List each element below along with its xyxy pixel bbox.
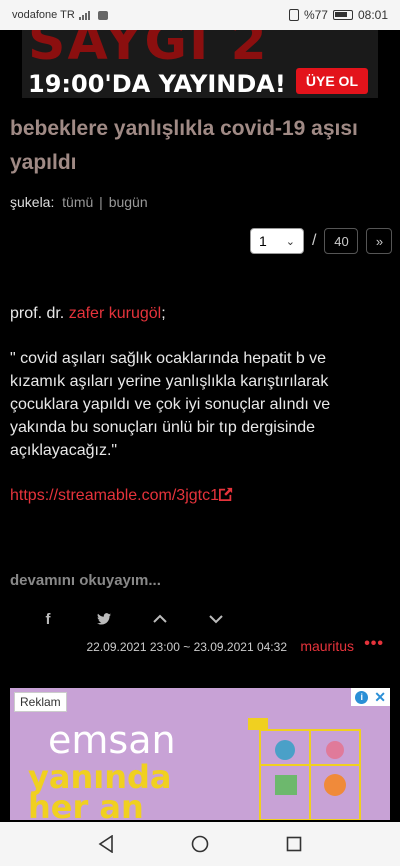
read-more-link[interactable]: devamını okuyayım... bbox=[10, 572, 161, 589]
author-reference-link[interactable]: zafer kurugöl bbox=[69, 305, 162, 322]
facebook-share-icon[interactable]: f bbox=[40, 606, 56, 632]
entry-content: prof. dr. zafer kurugöl; " covid aşıları… bbox=[10, 302, 382, 529]
ad-close-icon[interactable]: ✕ bbox=[374, 689, 386, 706]
entry-prefix: prof. dr. bbox=[10, 305, 69, 322]
entry-link-paragraph: https://streamable.com/3jgtc1 bbox=[10, 484, 382, 507]
entry-actions: f bbox=[40, 606, 224, 632]
page-select-value: 1 bbox=[259, 233, 267, 249]
sort-filter: şukela: tümü | bugün bbox=[10, 194, 148, 210]
pagination: 1 ⌄ / 40 » bbox=[250, 228, 393, 254]
ad-kitchenware-illustration bbox=[248, 718, 361, 820]
chevron-down-icon: ⌄ bbox=[285, 235, 295, 248]
ad-tag: Reklam bbox=[14, 692, 67, 712]
vibrate-icon bbox=[288, 9, 299, 21]
entry-author[interactable]: mauritus bbox=[300, 638, 354, 654]
recents-icon[interactable] bbox=[286, 836, 302, 852]
top-ad-banner[interactable]: SAYGI 2 19:00'DA YAYINDA! ÜYE OL bbox=[22, 30, 378, 98]
next-page-button[interactable]: » bbox=[366, 228, 393, 254]
downvote-icon[interactable] bbox=[208, 606, 224, 632]
ad-slogan: yanında her an bbox=[28, 761, 171, 820]
topic-title[interactable]: bebeklere yanlışlıkla covid-19 aşısı yap… bbox=[10, 112, 390, 180]
carrier-name: vodafone TR bbox=[12, 9, 75, 21]
last-page-button[interactable]: 40 bbox=[324, 228, 359, 254]
banner-headline: SAYGI 2 bbox=[28, 30, 269, 72]
banner-air-time: 19:00'DA YAYINDA! bbox=[28, 70, 286, 98]
twitter-share-icon[interactable] bbox=[96, 606, 112, 632]
entry-date[interactable]: 22.09.2021 23:00 ~ 23.09.2021 04:32 bbox=[86, 640, 287, 654]
notification-icon bbox=[97, 10, 108, 20]
clock: 08:01 bbox=[357, 8, 388, 22]
entry-intro: prof. dr. zafer kurugöl; bbox=[10, 302, 382, 325]
more-options-icon[interactable]: ••• bbox=[364, 635, 384, 653]
status-bar: vodafone TR %77 08:01 bbox=[0, 0, 400, 30]
page-select[interactable]: 1 ⌄ bbox=[250, 228, 304, 254]
entry-quote: " covid aşıları sağlık ocaklarında hepat… bbox=[10, 350, 331, 459]
external-link[interactable]: https://streamable.com/3jgtc1 bbox=[10, 487, 233, 504]
ad-info-icon[interactable]: i bbox=[355, 690, 369, 704]
page-slash: / bbox=[312, 232, 317, 249]
external-link-icon bbox=[218, 487, 233, 501]
ad-controls: i ✕ bbox=[351, 688, 390, 706]
battery-percent: %77 bbox=[303, 8, 328, 22]
upvote-icon[interactable] bbox=[152, 606, 168, 632]
filter-all-link[interactable]: tümü bbox=[62, 194, 93, 210]
banner-signup-button[interactable]: ÜYE OL bbox=[295, 68, 368, 94]
entry-suffix: ; bbox=[161, 305, 166, 322]
android-nav-bar bbox=[0, 822, 400, 866]
signal-icon bbox=[78, 10, 90, 20]
filter-separator: | bbox=[99, 194, 103, 210]
home-icon[interactable] bbox=[191, 835, 209, 853]
battery-icon bbox=[332, 10, 353, 20]
ad-slogan-line2: her an bbox=[28, 788, 144, 820]
entry-meta: 22.09.2021 23:00 ~ 23.09.2021 04:32 maur… bbox=[0, 635, 400, 658]
external-link-text: https://streamable.com/3jgtc1 bbox=[10, 487, 219, 504]
sort-label: şukela: bbox=[10, 194, 55, 210]
bottom-ad[interactable]: Reklam i ✕ emsan yanında her an bbox=[10, 688, 390, 820]
ad-brand: emsan bbox=[48, 718, 176, 762]
back-icon[interactable] bbox=[98, 835, 114, 853]
filter-today-link[interactable]: bugün bbox=[109, 194, 148, 210]
